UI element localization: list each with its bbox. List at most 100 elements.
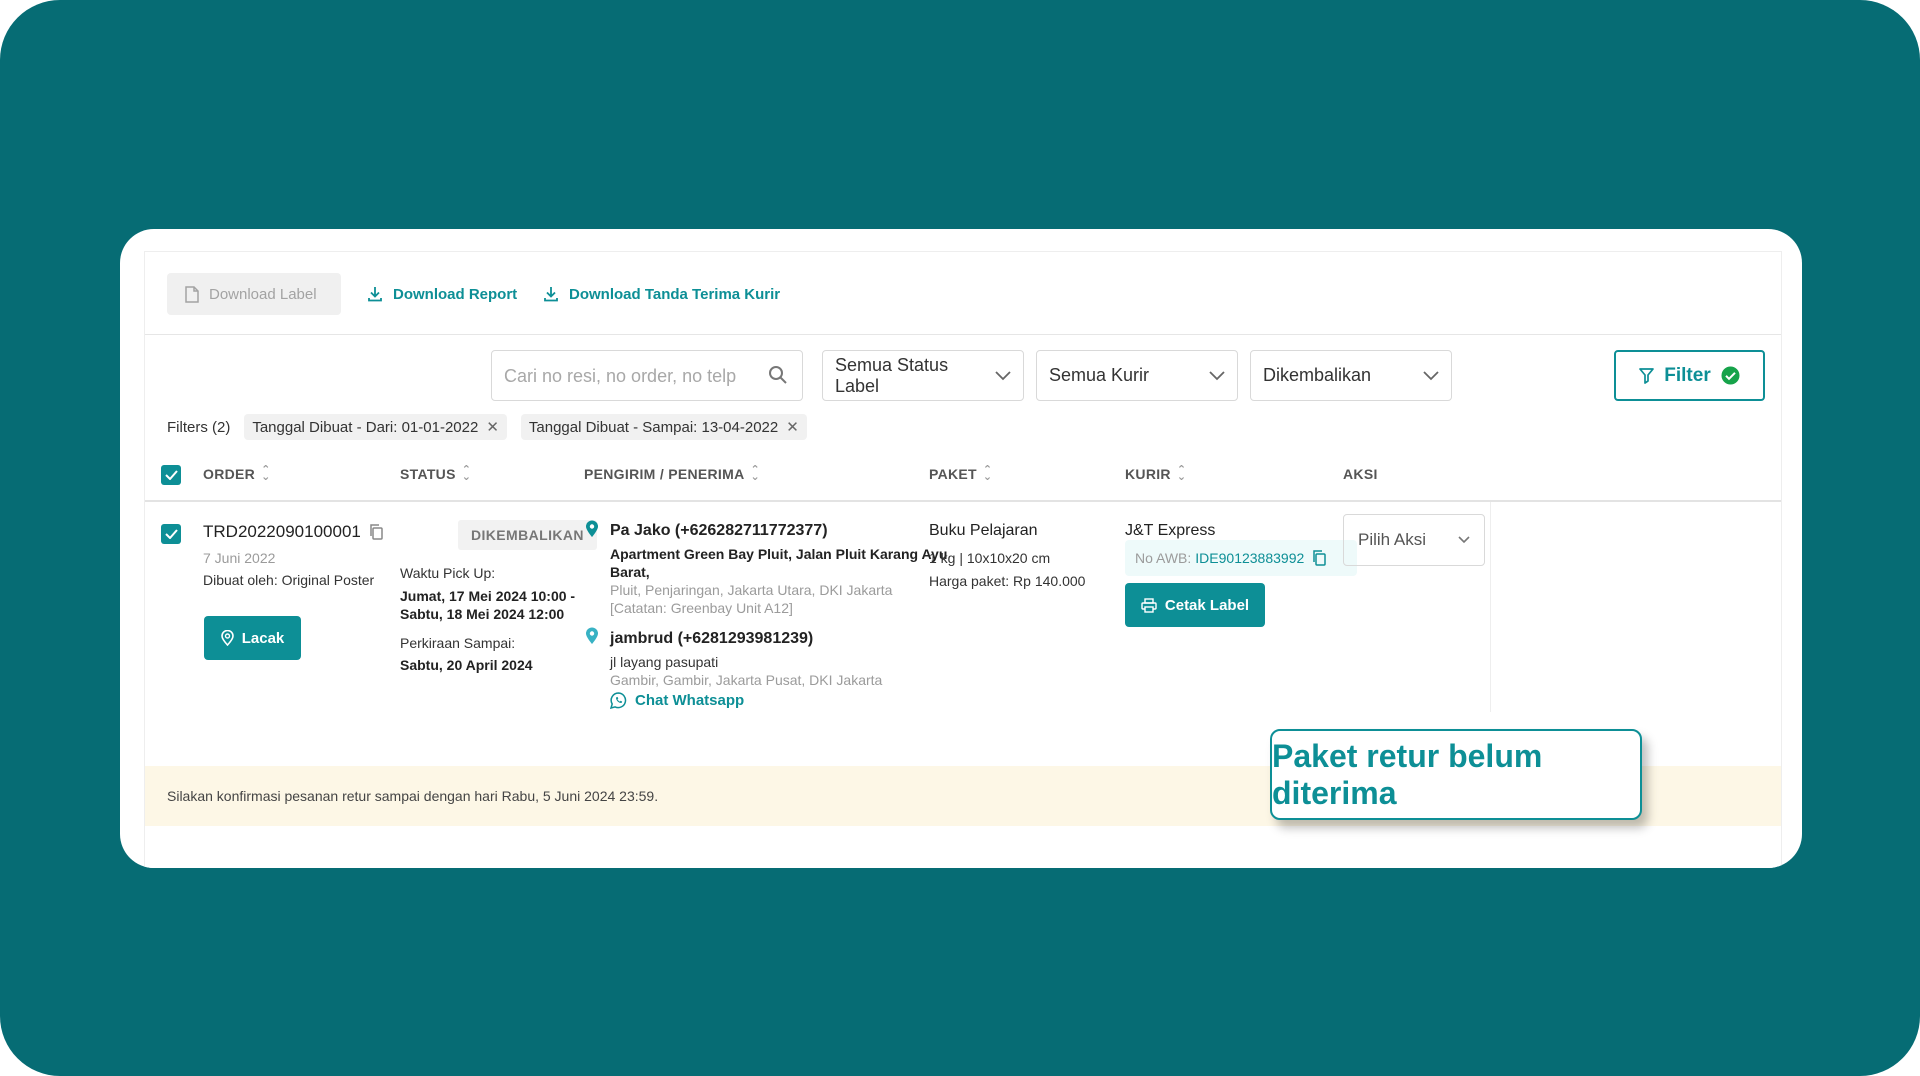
chat-whatsapp-link[interactable]: Chat Whatsapp	[610, 692, 744, 709]
copy-icon[interactable]	[369, 524, 383, 540]
receiver-region: Gambir, Gambir, Jakarta Pusat, DKI Jakar…	[610, 672, 883, 688]
order-id: TRD2022090100001	[203, 522, 383, 542]
eta-value: Sabtu, 20 April 2024	[400, 657, 533, 673]
order-date: 7 Juni 2022	[203, 550, 276, 566]
callout-text: Paket retur belum diterima	[1272, 737, 1543, 811]
sender-note: [Catatan: Greenbay Unit A12]	[610, 600, 793, 616]
header-pengirim[interactable]: PENGIRIM / PENERIMA ⌃ ⌄	[584, 464, 761, 483]
chat-whatsapp-label: Chat Whatsapp	[635, 692, 745, 709]
sort-icon: ⌃ ⌄	[750, 464, 761, 483]
close-icon[interactable]: ✕	[486, 418, 499, 436]
aksi-divider	[1490, 502, 1491, 712]
aksi-select-value: Pilih Aksi	[1358, 530, 1427, 549]
whatsapp-icon	[610, 692, 627, 709]
kurir-select-value: Semua Kurir	[1049, 365, 1150, 385]
app-background: Download Label Download Report Download …	[0, 0, 1920, 1076]
copy-icon[interactable]	[1312, 550, 1327, 566]
search-box	[491, 350, 803, 402]
eta-label: Perkiraan Sampai:	[400, 635, 516, 651]
aksi-select[interactable]: Pilih Aksi	[1343, 514, 1485, 566]
filter-chip-text: Tanggal Dibuat - Dari: 01-01-2022	[252, 418, 479, 436]
checkbox-icon	[164, 470, 178, 480]
awb-label: No AWB:	[1135, 550, 1192, 566]
lacak-button[interactable]: Lacak	[204, 616, 301, 660]
sort-icon: ⌃ ⌄	[261, 464, 271, 483]
active-filters-label: Filters (2)	[167, 418, 231, 436]
header-kurir-label: KURIR	[1125, 466, 1171, 482]
status-select-value: Dikembalikan	[1263, 365, 1372, 385]
cetak-label-text: Cetak Label	[1164, 596, 1250, 614]
package-price: Harga paket: Rp 140.000	[929, 573, 1086, 589]
location-pin-icon	[585, 627, 599, 645]
download-tanda-terima-text: Download Tanda Terima Kurir	[569, 285, 781, 303]
sort-icon: ⌃ ⌄	[461, 464, 472, 483]
toolbar: Download Label Download Report Download …	[145, 252, 1781, 335]
header-pengirim-label: PENGIRIM / PENERIMA	[584, 466, 745, 482]
status-badge: DIKEMBALIKAN	[458, 520, 597, 550]
close-icon[interactable]: ✕	[786, 418, 799, 436]
sender-address-line2: Barat,	[610, 564, 650, 580]
notice-text: Silakan konfirmasi pesanan retur sampai …	[167, 788, 659, 804]
header-status-label: STATUS	[400, 466, 456, 482]
file-icon	[185, 285, 199, 303]
filter-button[interactable]: Filter	[1614, 350, 1765, 401]
filter-button-label: Filter	[1664, 364, 1711, 386]
location-pin-icon	[220, 630, 234, 646]
sender-name: Pa Jako (+626282711772377)	[610, 522, 828, 539]
chevron-down-icon	[1423, 370, 1439, 381]
package-name: Buku Pelajaran	[929, 522, 1038, 539]
filter-chip: Tanggal Dibuat - Sampai: 13-04-2022 ✕	[520, 414, 807, 440]
awb-value: IDE90123883992	[1195, 550, 1305, 566]
receiver-name: jambrud (+6281293981239)	[610, 630, 814, 647]
chevron-down-icon	[995, 370, 1011, 381]
download-icon	[367, 286, 383, 302]
checkbox-icon	[164, 529, 178, 539]
sender-address-line1: Apartment Green Bay Pluit, Jalan Pluit K…	[610, 546, 948, 562]
filter-icon	[1639, 367, 1655, 384]
check-circle-icon	[1721, 366, 1740, 385]
status-select[interactable]: Dikembalikan	[1250, 350, 1452, 401]
download-icon	[543, 286, 559, 302]
pickup-value-line1: Jumat, 17 Mei 2024 10:00 -	[400, 588, 576, 604]
status-label-select-value: Semua Status Label	[835, 354, 949, 396]
select-all-checkbox[interactable]	[161, 465, 181, 485]
location-pin-icon	[585, 520, 599, 538]
chevron-down-icon	[1209, 370, 1225, 381]
pickup-value-line2: Sabtu, 18 Mei 2024 12:00	[400, 606, 565, 622]
header-paket-label: PAKET	[929, 466, 977, 482]
lacak-button-label: Lacak	[241, 629, 285, 647]
cetak-label-button[interactable]: Cetak Label	[1125, 583, 1265, 627]
header-paket[interactable]: PAKET ⌃ ⌄	[929, 465, 992, 483]
download-tanda-terima-button[interactable]: Download Tanda Terima Kurir	[543, 273, 780, 315]
header-aksi-label: AKSI	[1343, 466, 1378, 482]
header-order-label: ORDER	[203, 466, 256, 482]
header-order[interactable]: ORDER ⌃ ⌄	[203, 464, 271, 483]
sender-region: Pluit, Penjaringan, Jakarta Utara, DKI J…	[610, 582, 893, 598]
receiver-address: jl layang pasupati	[610, 654, 719, 670]
search-icon[interactable]	[768, 365, 788, 385]
download-label-button[interactable]: Download Label	[167, 273, 341, 315]
courier-name: J&T Express	[1125, 522, 1216, 539]
callout-label: Paket retur belum diterima	[1270, 729, 1642, 820]
order-id-text: TRD2022090100001	[203, 522, 361, 541]
status-label-select[interactable]: Semua Status Label	[822, 350, 1024, 401]
download-label-text: Download Label	[209, 285, 317, 303]
download-report-text: Download Report	[393, 285, 518, 303]
awb-box: No AWB: IDE90123883992	[1125, 540, 1357, 576]
chevron-down-icon	[1458, 536, 1470, 544]
header-status[interactable]: STATUS ⌃ ⌄	[400, 464, 472, 483]
download-report-button[interactable]: Download Report	[367, 273, 517, 315]
header-aksi: AKSI	[1343, 466, 1378, 482]
printer-icon	[1141, 597, 1157, 613]
filter-chip-text: Tanggal Dibuat - Sampai: 13-04-2022	[528, 418, 779, 436]
order-created-by: Dibuat oleh: Original Poster	[203, 572, 375, 588]
active-filters: Filters (2) Tanggal Dibuat - Dari: 01-01…	[167, 412, 807, 442]
filter-chip: Tanggal Dibuat - Dari: 01-01-2022 ✕	[244, 414, 507, 440]
search-input[interactable]	[502, 351, 756, 402]
pickup-label: Waktu Pick Up:	[400, 565, 496, 581]
kurir-select[interactable]: Semua Kurir	[1036, 350, 1238, 401]
package-spec: 1 kg | 10x10x20 cm	[929, 550, 1051, 566]
table-header: ORDER ⌃ ⌄ STATUS ⌃ ⌄ PENGIRIM / PENERIMA ⌃…	[145, 452, 1781, 502]
row-checkbox[interactable]	[161, 524, 181, 544]
header-kurir[interactable]: KURIR ⌃ ⌄	[1125, 465, 1186, 483]
